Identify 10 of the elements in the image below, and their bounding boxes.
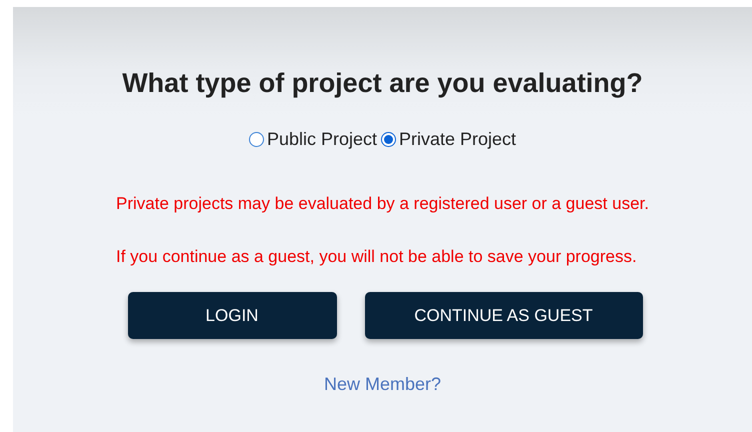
radio-label[interactable]: Private Project (399, 129, 516, 150)
radio-label[interactable]: Public Project (266, 129, 377, 150)
guest-button[interactable]: CONTINUE AS GUEST (364, 292, 642, 339)
login-button[interactable]: LOGIN (128, 292, 336, 339)
page-title: What type of project are you evaluating? (122, 68, 643, 99)
new-member-link[interactable]: New Member? (324, 374, 442, 395)
warning-text: If you continue as a guest, you will not be able to save your progress. (116, 247, 638, 267)
radio-button[interactable] (248, 132, 264, 147)
radio-button[interactable] (381, 132, 396, 147)
warning-text: Private projects may be evaluated by a registered user or a guest user. (116, 194, 649, 214)
